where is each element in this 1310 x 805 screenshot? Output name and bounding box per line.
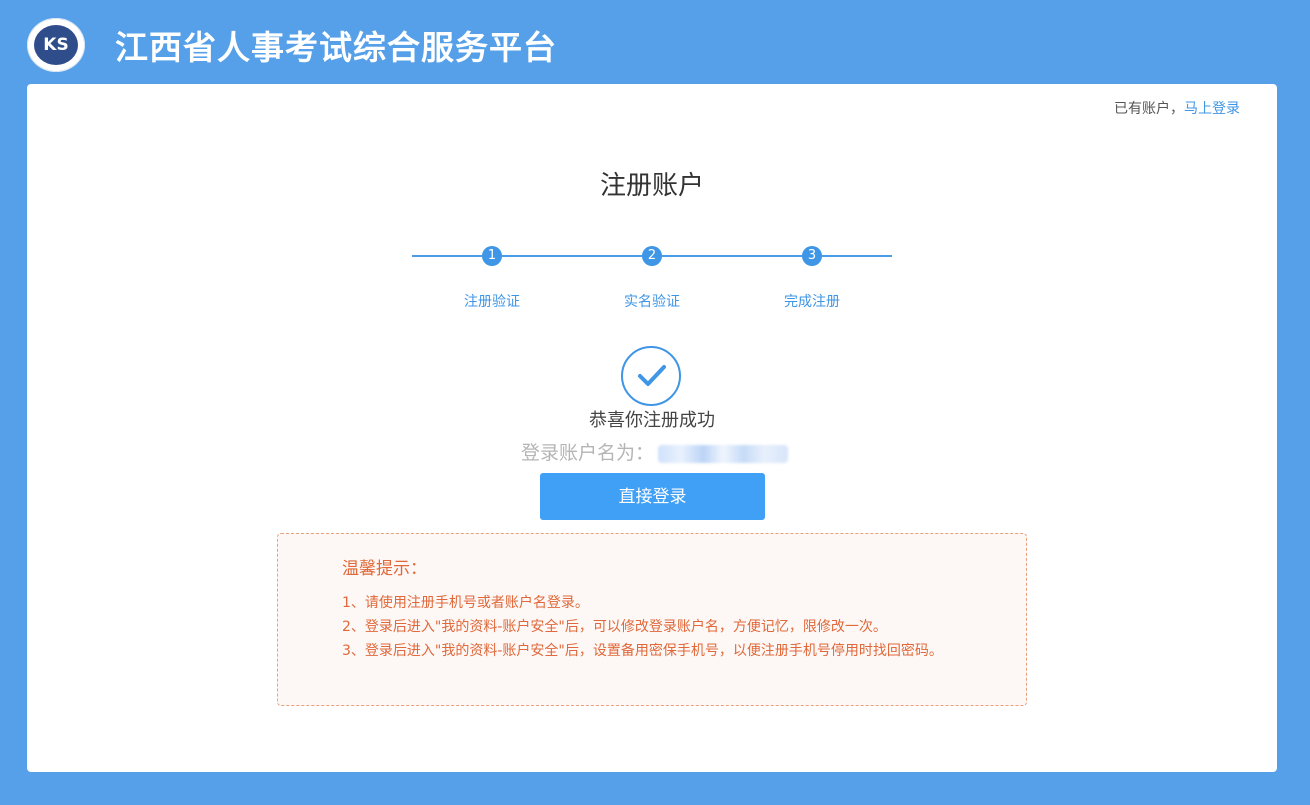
account-name-line: 登录账户名为： (521, 440, 789, 466)
has-account-text: 已有账户， (1114, 101, 1184, 117)
site-logo[interactable]: KS (27, 18, 85, 72)
account-name-label: 登录账户名为： (521, 442, 655, 464)
tip-item: 3、登录后进入"我的资料-账户安全"后，设置备用密保手机号，以便注册手机号停用时… (342, 643, 943, 659)
step-3-dot: 3 (802, 246, 822, 266)
step-1-label: 注册验证 (464, 294, 520, 310)
step-1-dot: 1 (482, 246, 502, 266)
tip-item: 1、请使用注册手机号或者账户名登录。 (342, 595, 589, 611)
direct-login-button[interactable]: 直接登录 (540, 473, 765, 520)
tip-item: 2、登录后进入"我的资料-账户安全"后，可以修改登录账户名，方便记忆，限修改一次… (342, 619, 887, 635)
registration-card: 已有账户，马上登录 注册账户 1 2 3 注册验证 实名验证 完成注册 恭喜你注… (27, 84, 1277, 772)
site-title: 江西省人事考试综合服务平台 (115, 28, 557, 67)
step-2-label: 实名验证 (624, 294, 680, 310)
step-3-label: 完成注册 (784, 294, 840, 310)
login-hint: 已有账户，马上登录 (1114, 98, 1240, 118)
site-header: KS 江西省人事考试综合服务平台 (0, 0, 1310, 84)
tips-box: 温馨提示： 1、请使用注册手机号或者账户名登录。 2、登录后进入"我的资料-账户… (277, 533, 1027, 706)
step-2-dot: 2 (642, 246, 662, 266)
logo-emblem: KS (32, 23, 80, 67)
check-icon (638, 365, 666, 386)
login-now-link[interactable]: 马上登录 (1184, 101, 1240, 117)
success-message: 恭喜你注册成功 (589, 410, 715, 431)
tips-list: 1、请使用注册手机号或者账户名登录。 2、登录后进入"我的资料-账户安全"后，可… (342, 591, 962, 663)
account-name-value-redacted (658, 444, 789, 463)
logo-mark: KS (43, 35, 69, 55)
tips-title: 温馨提示： (342, 559, 427, 579)
check-circle-icon (621, 346, 681, 406)
page-title: 注册账户 (599, 171, 704, 201)
